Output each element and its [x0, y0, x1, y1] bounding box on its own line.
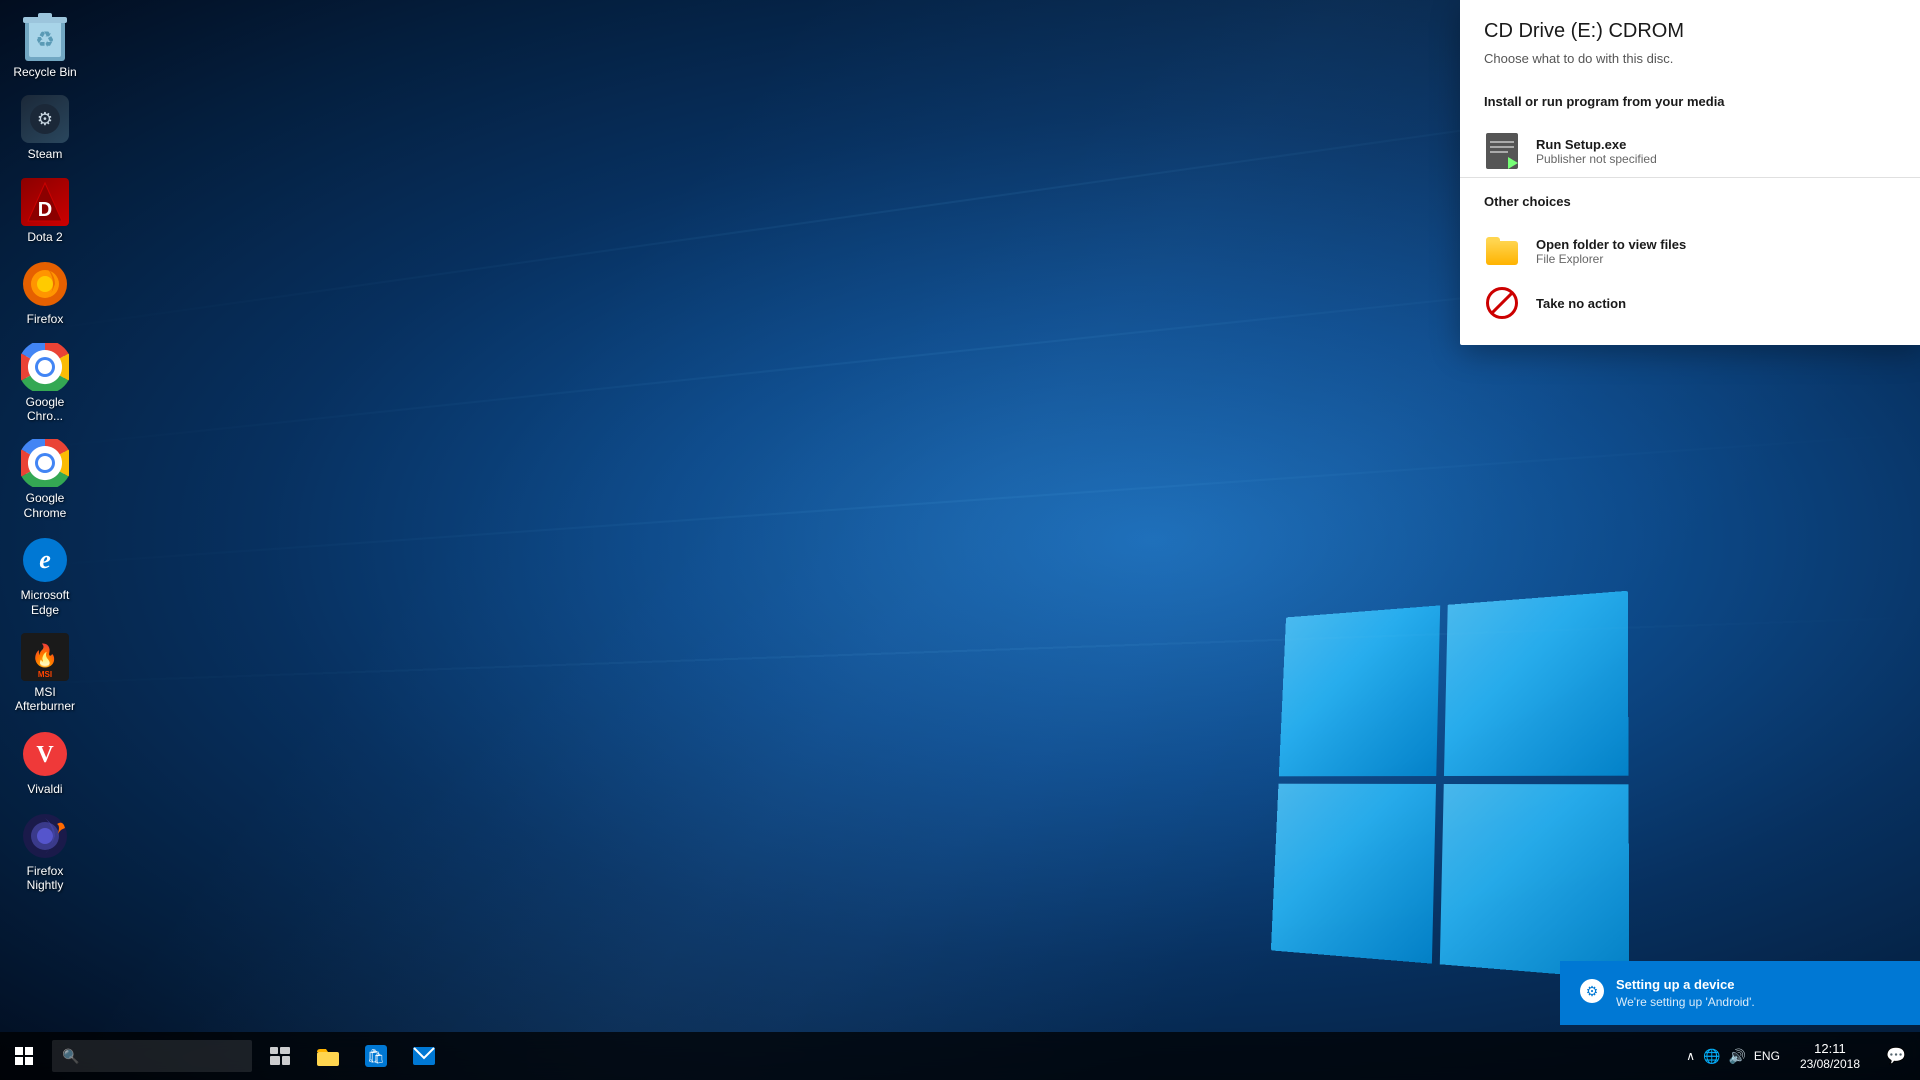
popup-section2-title: Other choices [1484, 194, 1896, 209]
no-action-icon [1484, 285, 1520, 321]
svg-text:🔥: 🔥 [31, 643, 58, 668]
win-pane-1 [1279, 605, 1440, 776]
start-icon [15, 1047, 33, 1065]
svg-text:♻: ♻ [35, 27, 55, 52]
taskbar-store[interactable]: 🛍 [352, 1032, 400, 1080]
clock-date: 23/08/2018 [1800, 1057, 1860, 1071]
start-button[interactable] [0, 1032, 48, 1080]
desktop-icon-microsoft-edge[interactable]: e Microsoft Edge [5, 528, 85, 625]
open-folder-subtitle: File Explorer [1536, 252, 1686, 266]
network-icon[interactable]: 🌐 [1703, 1048, 1720, 1065]
vivaldi-icon: V [21, 730, 69, 778]
notification-subtitle: We're setting up 'Android'. [1616, 995, 1900, 1009]
win-pane-4 [1440, 784, 1629, 980]
run-setup-text: Run Setup.exe Publisher not specified [1536, 137, 1657, 166]
vivaldi-label: Vivaldi [27, 782, 62, 796]
show-hidden-icons[interactable]: ∧ [1686, 1049, 1695, 1063]
svg-text:e: e [39, 545, 51, 574]
open-folder-text: Open folder to view files File Explorer [1536, 237, 1686, 266]
start-pane-1 [15, 1047, 23, 1055]
steam-icon: ⚙ [21, 95, 69, 143]
google-chro-icon [21, 343, 69, 391]
start-pane-3 [15, 1057, 23, 1065]
firefox-nightly-label: Firefox Nightly [9, 864, 81, 893]
microsoft-edge-label: Microsoft Edge [9, 588, 81, 617]
run-setup-icon [1484, 133, 1520, 169]
svg-text:⚙: ⚙ [37, 109, 53, 129]
popup-section1-title: Install or run program from your media [1484, 94, 1896, 109]
firefox-icon [21, 260, 69, 308]
google-chrome-icon [21, 439, 69, 487]
svg-text:V: V [36, 742, 54, 768]
steam-label: Steam [28, 147, 63, 161]
google-chro-label: Google Chro... [26, 395, 65, 424]
task-view-button[interactable] [256, 1032, 304, 1080]
notification-gear-icon: ⚙ [1580, 979, 1604, 1003]
svg-text:🛍: 🛍 [367, 1048, 385, 1064]
autoplay-popup: CD Drive (E:) CDROM Choose what to do wi… [1460, 0, 1920, 345]
desktop-icon-recycle-bin[interactable]: ♻ Recycle Bin [5, 5, 85, 87]
windows-logo [1260, 600, 1620, 960]
desktop: ♻ Recycle Bin ⚙ Steam [0, 0, 1920, 1080]
language-label: ENG [1754, 1049, 1780, 1063]
microsoft-edge-icon: e [21, 536, 69, 584]
taskbar-clock[interactable]: 12:11 23/08/2018 [1788, 1032, 1872, 1080]
clock-time: 12:11 [1814, 1041, 1846, 1057]
run-setup-title: Run Setup.exe [1536, 137, 1657, 152]
desktop-icon-firefox[interactable]: Firefox [5, 252, 85, 334]
svg-text:D: D [38, 199, 52, 221]
taskbar: 🔍 🛍 [0, 1032, 1920, 1080]
desktop-icon-google-chro[interactable]: Google Chro... [5, 335, 85, 432]
take-no-action-text: Take no action [1536, 296, 1626, 311]
take-no-action-title: Take no action [1536, 296, 1626, 311]
firefox-label: Firefox [27, 312, 64, 326]
popup-section1-header: Install or run program from your media [1460, 90, 1920, 125]
take-no-action-item[interactable]: Take no action [1460, 277, 1920, 329]
start-pane-4 [25, 1057, 33, 1065]
device-notification[interactable]: ⚙ Setting up a device We're setting up '… [1560, 961, 1920, 1025]
dota2-icon: D [21, 178, 69, 226]
recycle-bin-label: Recycle Bin [13, 65, 76, 79]
notification-title: Setting up a device [1616, 977, 1900, 992]
firefox-nightly-icon [21, 812, 69, 860]
popup-subtitle: Choose what to do with this disc. [1484, 51, 1896, 66]
popup-section2-header: Other choices [1460, 190, 1920, 225]
taskbar-mail[interactable] [400, 1032, 448, 1080]
desktop-icon-vivaldi[interactable]: V Vivaldi [5, 722, 85, 804]
recycle-bin-icon: ♻ [21, 13, 69, 61]
popup-header: CD Drive (E:) CDROM Choose what to do wi… [1460, 0, 1920, 90]
desktop-icons: ♻ Recycle Bin ⚙ Steam [0, 0, 90, 906]
svg-text:MSI: MSI [38, 670, 52, 679]
taskbar-search[interactable]: 🔍 [52, 1040, 252, 1072]
run-setup-subtitle: Publisher not specified [1536, 152, 1657, 166]
notification-text: Setting up a device We're setting up 'An… [1616, 977, 1900, 1009]
google-chrome-label: Google Chrome [9, 491, 81, 520]
light-streak-4 [1, 616, 1920, 685]
taskbar-file-explorer[interactable] [304, 1032, 352, 1080]
dota2-label: Dota 2 [27, 230, 62, 244]
volume-icon[interactable]: 🔊 [1728, 1048, 1745, 1065]
open-folder-icon [1484, 233, 1520, 269]
msi-afterburner-label: MSI Afterburner [9, 685, 81, 714]
desktop-icon-steam[interactable]: ⚙ Steam [5, 87, 85, 169]
search-icon: 🔍 [62, 1048, 79, 1065]
msi-afterburner-icon: 🔥 MSI [21, 633, 69, 681]
win-pane-3 [1271, 784, 1436, 964]
system-tray-icons: ∧ 🌐 🔊 ENG [1678, 1048, 1788, 1065]
popup-divider [1460, 177, 1920, 178]
popup-title: CD Drive (E:) CDROM [1484, 20, 1896, 43]
desktop-icon-google-chrome[interactable]: Google Chrome [5, 431, 85, 528]
open-folder-item[interactable]: Open folder to view files File Explorer [1460, 225, 1920, 277]
run-setup-item[interactable]: Run Setup.exe Publisher not specified [1460, 125, 1920, 177]
action-center-button[interactable]: 💬 [1872, 1032, 1920, 1080]
win-pane-2 [1444, 591, 1629, 776]
desktop-icon-msi-afterburner[interactable]: 🔥 MSI MSI Afterburner [5, 625, 85, 722]
start-pane-2 [25, 1047, 33, 1055]
light-streak-3 [2, 433, 1917, 569]
desktop-icon-firefox-nightly[interactable]: Firefox Nightly [5, 804, 85, 901]
taskbar-right: ∧ 🌐 🔊 ENG 12:11 23/08/2018 💬 [1678, 1032, 1920, 1080]
open-folder-title: Open folder to view files [1536, 237, 1686, 252]
desktop-icon-dota2[interactable]: D Dota 2 [5, 170, 85, 252]
